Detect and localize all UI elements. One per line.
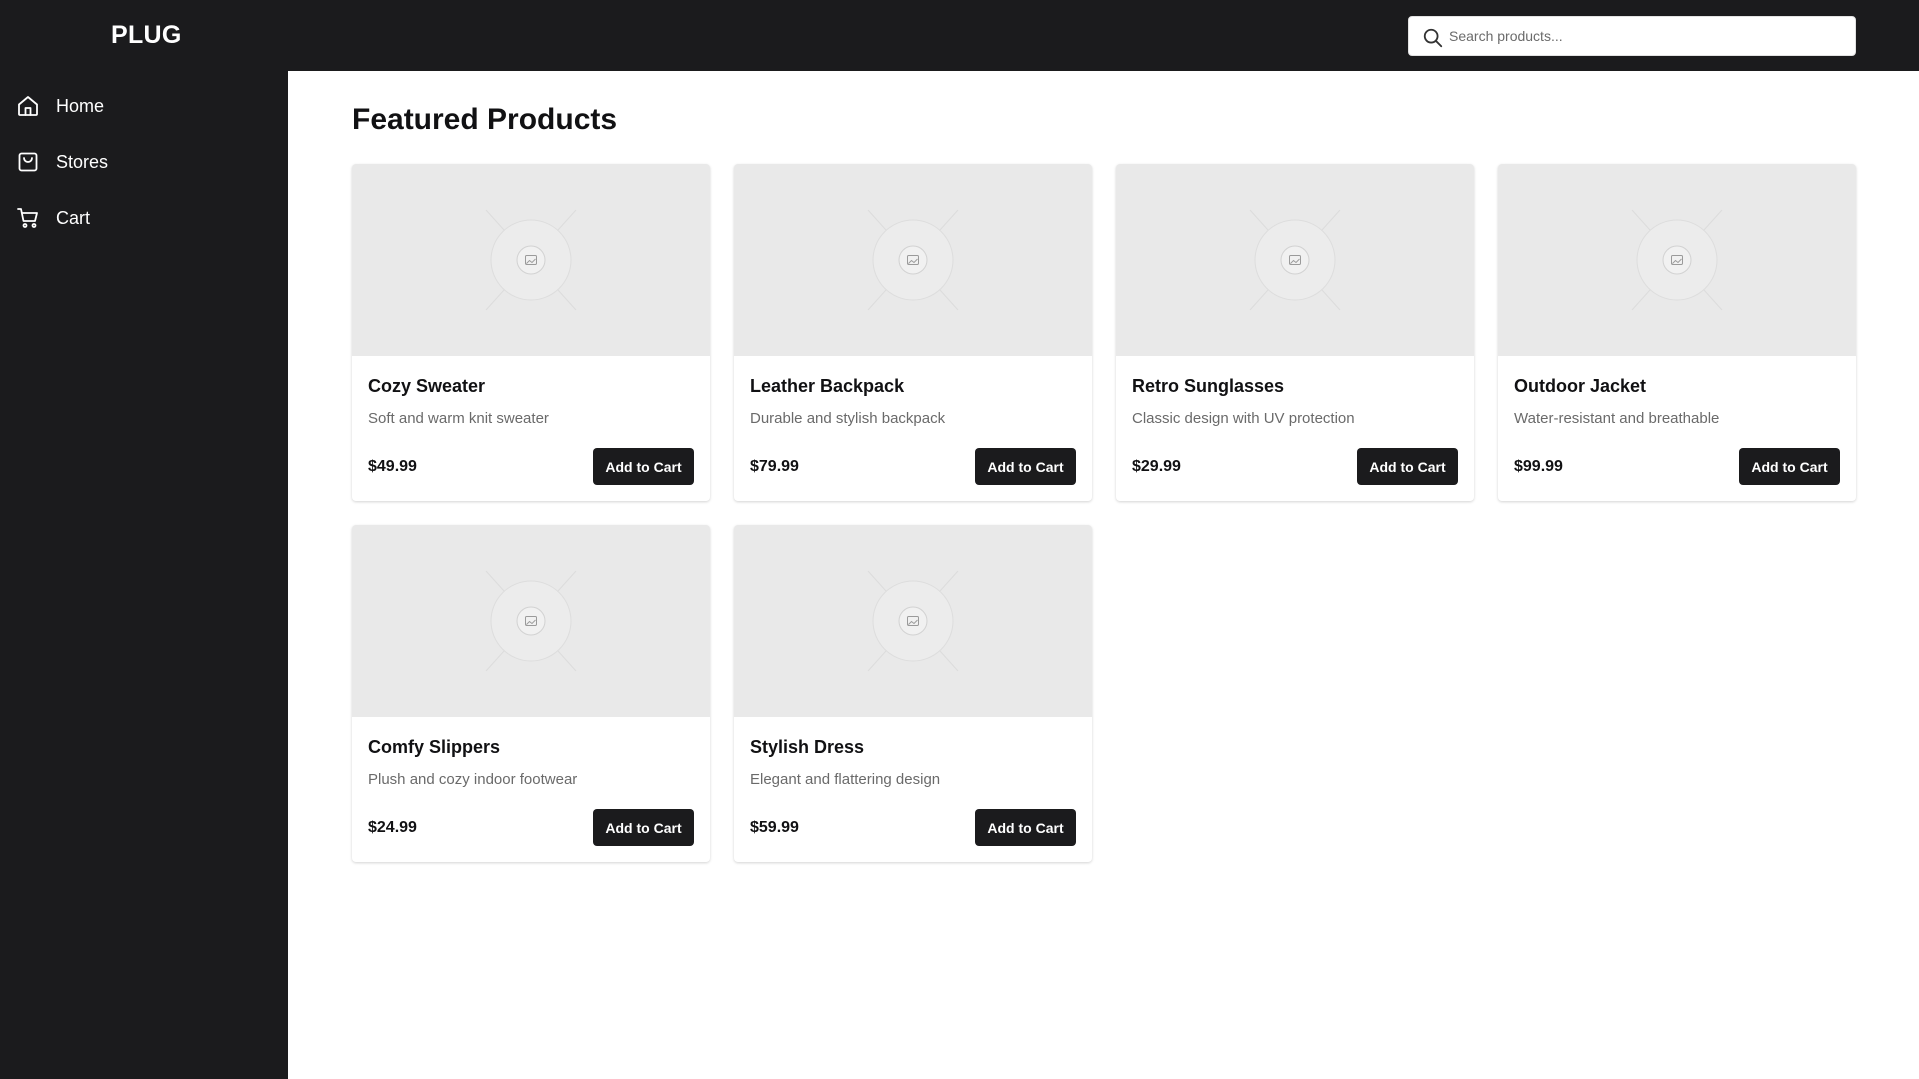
cart-icon	[17, 208, 38, 228]
search-icon	[1423, 28, 1443, 48]
page-title: Featured Products	[352, 103, 618, 136]
product-price: $59.99	[750, 819, 799, 836]
product-name: Outdoor Jacket	[1514, 376, 1647, 396]
product-grid: Cozy Sweater Soft and warm knit sweater …	[352, 164, 1856, 862]
image-placeholder-icon	[485, 570, 577, 672]
product-card[interactable]: Outdoor Jacket Water-resistant and breat…	[1498, 164, 1856, 501]
product-name: Retro Sunglasses	[1132, 376, 1285, 396]
sidebar-item-cart[interactable]: Cart	[16, 202, 266, 234]
product-name: Leather Backpack	[750, 376, 905, 396]
home-icon	[18, 96, 38, 116]
add-to-cart-button[interactable]: Add to Cart	[975, 448, 1076, 485]
product-card[interactable]: Cozy Sweater Soft and warm knit sweater …	[352, 164, 710, 501]
sidebar-item-label: Stores	[56, 151, 109, 172]
product-price: $79.99	[750, 458, 799, 475]
add-to-cart-button[interactable]: Add to Cart	[1739, 448, 1840, 485]
sidebar-item-label: Home	[56, 95, 105, 116]
product-price: $49.99	[368, 458, 417, 475]
image-placeholder-icon	[867, 570, 959, 672]
product-card[interactable]: Comfy Slippers Plush and cozy indoor foo…	[352, 525, 710, 862]
product-image-placeholder	[352, 164, 710, 356]
product-card[interactable]: Retro Sunglasses Classic design with UV …	[1116, 164, 1474, 501]
image-placeholder-icon	[1249, 209, 1341, 311]
product-name: Stylish Dress	[750, 737, 865, 757]
product-description: Elegant and flattering design	[750, 771, 941, 788]
product-image-placeholder	[1498, 164, 1856, 356]
product-description: Soft and warm knit sweater	[368, 410, 549, 427]
top-bar: PLUG	[0, 0, 1919, 71]
shopping-bag-icon	[18, 152, 38, 172]
product-description: Plush and cozy indoor footwear	[368, 771, 578, 788]
sidebar-item-label: Cart	[56, 207, 91, 228]
main-content: Featured Products Cozy Sweater Soft and …	[288, 71, 1919, 1079]
add-to-cart-button[interactable]: Add to Cart	[593, 448, 694, 485]
sidebar: Home Stores Cart	[0, 71, 288, 1079]
product-price: $29.99	[1132, 458, 1181, 475]
product-price: $24.99	[368, 819, 417, 836]
product-image-placeholder	[1116, 164, 1474, 356]
product-description: Classic design with UV protection	[1132, 410, 1355, 427]
search-box[interactable]	[1408, 16, 1856, 56]
add-to-cart-button[interactable]: Add to Cart	[1357, 448, 1458, 485]
sidebar-item-stores[interactable]: Stores	[16, 146, 266, 178]
add-to-cart-button[interactable]: Add to Cart	[975, 809, 1076, 846]
product-image-placeholder	[352, 525, 710, 717]
product-card[interactable]: Leather Backpack Durable and stylish bac…	[734, 164, 1092, 501]
product-image-placeholder	[734, 164, 1092, 356]
product-name: Comfy Slippers	[368, 737, 501, 757]
product-image-placeholder	[734, 525, 1092, 717]
sidebar-item-home[interactable]: Home	[16, 90, 266, 122]
image-placeholder-icon	[867, 209, 959, 311]
product-description: Durable and stylish backpack	[750, 410, 946, 427]
product-price: $99.99	[1514, 458, 1563, 475]
product-description: Water-resistant and breathable	[1514, 410, 1720, 427]
image-placeholder-icon	[485, 209, 577, 311]
product-card[interactable]: Stylish Dress Elegant and flattering des…	[734, 525, 1092, 862]
app-logo[interactable]: PLUG	[111, 21, 182, 50]
add-to-cart-button[interactable]: Add to Cart	[593, 809, 694, 846]
search-input[interactable]	[1449, 17, 1849, 55]
product-name: Cozy Sweater	[368, 376, 486, 396]
image-placeholder-icon	[1631, 209, 1723, 311]
